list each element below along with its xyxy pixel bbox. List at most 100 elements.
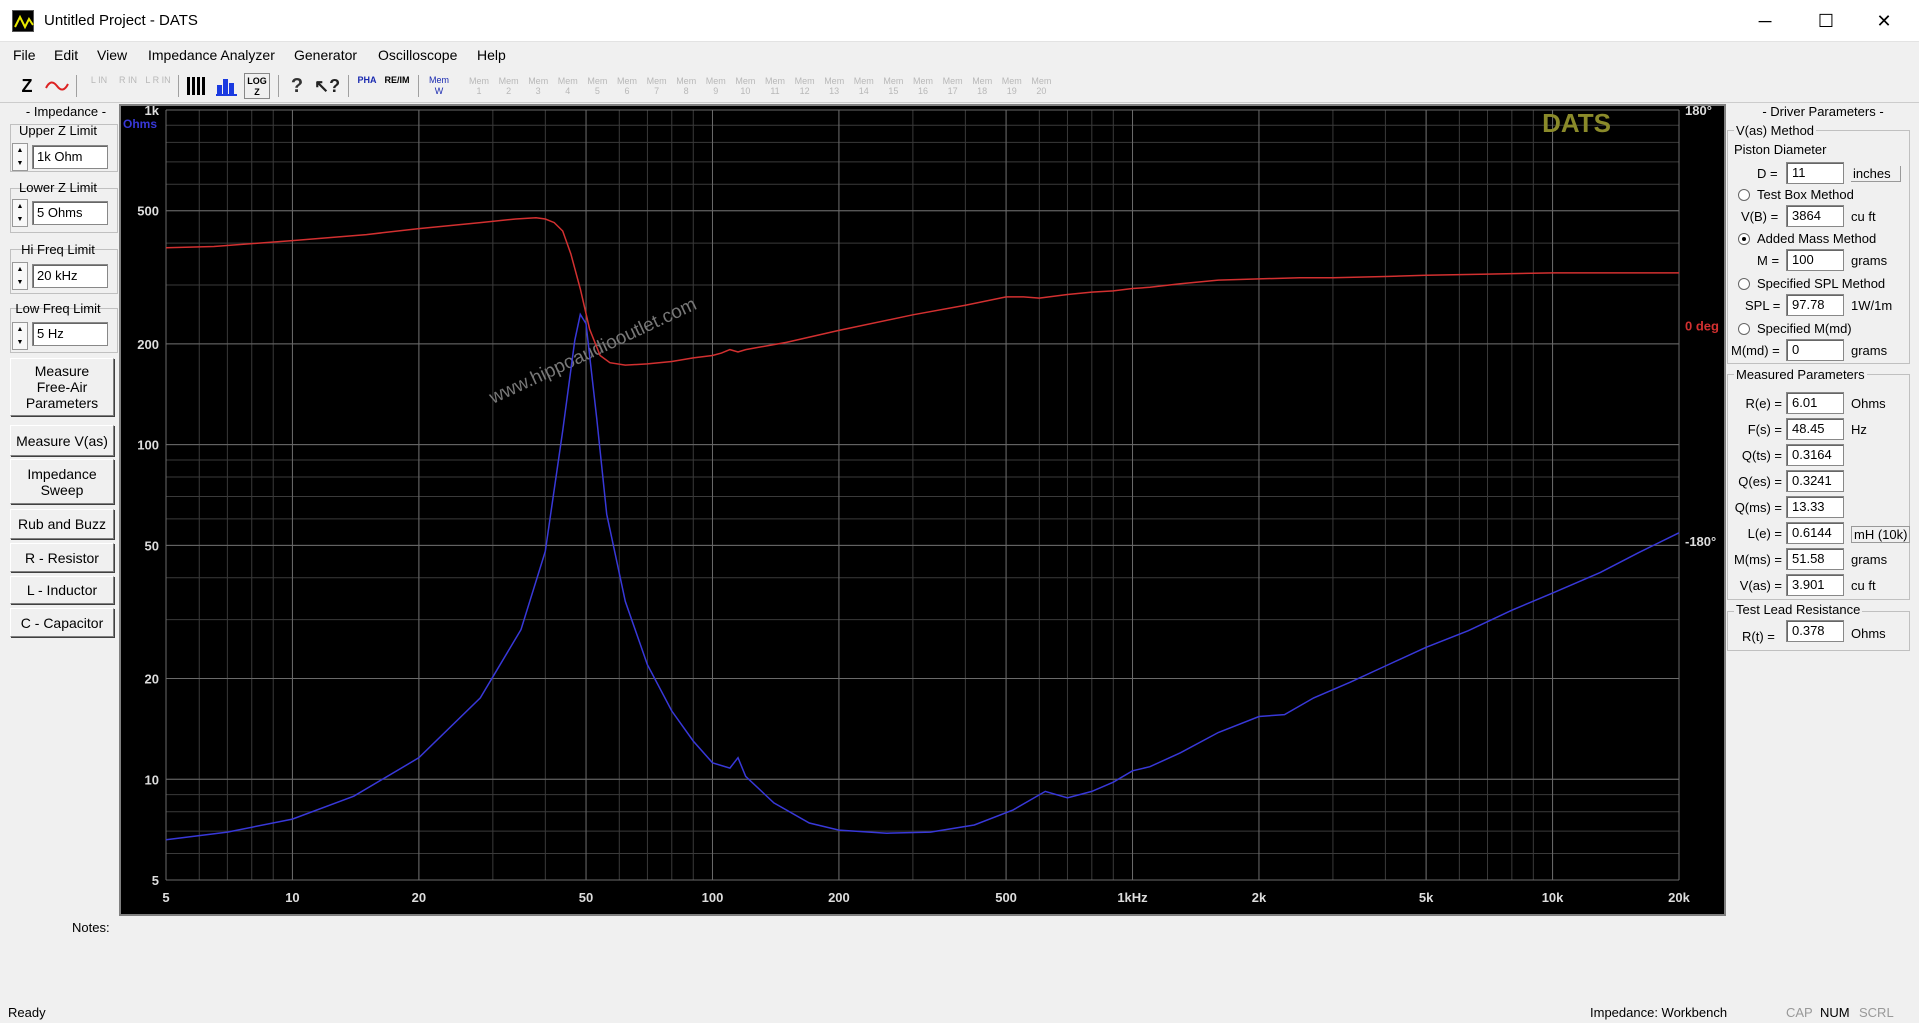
spl-label: SPL =	[1745, 298, 1781, 313]
mem-slot-10: Mem 10	[735, 76, 756, 96]
y-tick-label: 20	[145, 672, 159, 687]
maximize-button[interactable]: ☐	[1797, 0, 1855, 42]
menu-help[interactable]: Help	[477, 47, 506, 63]
upper-z-field[interactable]: 1k Ohm	[32, 145, 108, 169]
mem-slot-15: Mem 15	[883, 76, 904, 96]
menu-file[interactable]: File	[13, 47, 36, 63]
rt-field[interactable]: 0.378	[1786, 620, 1844, 642]
measured-value: 6.01	[1786, 392, 1844, 414]
close-button[interactable]: ✕	[1855, 0, 1913, 42]
d-unit: inches	[1851, 166, 1901, 182]
piano-keys-icon[interactable]	[184, 73, 210, 99]
test-box-radio[interactable]	[1738, 189, 1750, 201]
impedance-chart: 5 10 20 50 100 200 500 1kHz 2k 5k 10k 20k1k50020010…	[123, 103, 1719, 905]
lower-z-field[interactable]: 5 Ohms	[32, 201, 108, 225]
vas-method-label: V(as) Method	[1734, 123, 1817, 138]
added-mass-radio[interactable]	[1738, 233, 1750, 245]
measure-vas-button[interactable]: Measure V(as)	[10, 425, 114, 456]
mem-slot-5: Mem 5	[587, 76, 608, 96]
toolbar: Z L IN R IN L R IN LOG Z ? ↖? PHA RE/IM …	[0, 69, 1919, 103]
spl-method-radio[interactable]	[1738, 278, 1750, 290]
measured-label: Q(ms) =	[1734, 500, 1782, 515]
y-tick-label: 5	[152, 873, 159, 888]
menu-impedance-analyzer[interactable]: Impedance Analyzer	[148, 47, 275, 63]
mem-slot-1: Mem 1	[469, 76, 489, 96]
x-tick-label: 5	[162, 890, 169, 905]
notes-area[interactable]	[118, 918, 1718, 998]
impedance-plot[interactable]: 5 10 20 50 100 200 500 1kHz 2k 5k 10k 20k 1k 500 200 10…	[119, 103, 1726, 916]
mem-slot-14: Mem 14	[853, 76, 874, 96]
measured-label: V(as) =	[1739, 578, 1782, 593]
mem-slot-20: Mem 20	[1031, 76, 1052, 96]
added-mass-label: Added Mass Method	[1757, 231, 1877, 246]
mem-slot-3: Mem 3	[528, 76, 549, 96]
lower-z-spinner[interactable]: ▲ ▼	[12, 199, 28, 227]
mem-slot-2: Mem 2	[498, 76, 519, 96]
phase-wave-icon[interactable]	[44, 73, 70, 99]
low-freq-field[interactable]: 5 Hz	[32, 322, 108, 346]
x-tick-label: 10	[285, 890, 299, 905]
vb-unit: cu ft	[1851, 209, 1876, 224]
low-freq-spinner[interactable]: ▲ ▼	[12, 322, 28, 350]
menu-view[interactable]: View	[97, 47, 127, 63]
phase-icon[interactable]: PHA	[354, 73, 380, 99]
log-z-icon[interactable]: LOG Z	[244, 73, 270, 99]
m-field[interactable]: 100	[1786, 249, 1844, 271]
hi-freq-spinner[interactable]: ▲ ▼	[12, 262, 28, 290]
hi-freq-limit-label: Hi Freq Limit	[21, 242, 95, 257]
whats-this-icon[interactable]: ↖?	[314, 73, 340, 99]
measured-value: 0.3241	[1786, 470, 1844, 492]
spl-field[interactable]: 97.78	[1786, 294, 1844, 316]
status-cap: CAP	[1786, 1005, 1813, 1020]
upper-z-spinner[interactable]: ▲ ▼	[12, 143, 28, 171]
y-tick-label: 10	[145, 772, 159, 787]
x-tick-label: 500	[995, 890, 1017, 905]
impedance-sweep-button[interactable]: Impedance Sweep	[10, 459, 114, 504]
menu-generator[interactable]: Generator	[294, 47, 357, 63]
y-unit-label: Ohms	[123, 117, 157, 131]
mem-slot-11: Mem 11	[765, 76, 785, 96]
m-label: M =	[1757, 253, 1780, 268]
measure-free-air-button[interactable]: Measure Free-Air Parameters	[10, 358, 114, 416]
window-title: Untitled Project - DATS	[44, 12, 198, 29]
mem-slot-8: Mem 8	[676, 76, 697, 96]
menu-oscilloscope[interactable]: Oscilloscope	[378, 47, 457, 63]
y-tick-label: 500	[137, 204, 159, 219]
x-tick-label: 1kHz	[1117, 890, 1148, 905]
measured-unit: grams	[1851, 552, 1888, 567]
bar-chart-icon[interactable]	[214, 73, 240, 99]
measured-value: 0.3164	[1786, 444, 1844, 466]
menu-edit[interactable]: Edit	[54, 47, 78, 63]
d-label: D =	[1757, 166, 1778, 181]
phase-tick-label: 0 deg	[1685, 319, 1719, 334]
mem-w-icon[interactable]: Mem W	[426, 73, 452, 99]
status-bar: Ready Impedance: Workbench CAP NUM SCRL	[0, 1003, 1919, 1023]
mmd-field[interactable]: 0	[1786, 339, 1844, 361]
watermark: www.hippoaudiooutlet.com	[485, 294, 700, 409]
mem-slot-19: Mem 19	[1001, 76, 1022, 96]
mem-slot-12: Mem 12	[794, 76, 815, 96]
rub-and-buzz-button[interactable]: Rub and Buzz	[10, 509, 114, 539]
l-inductor-button[interactable]: L - Inductor	[10, 576, 114, 604]
measured-value: 3.901	[1786, 574, 1844, 596]
mem-slot-17: Mem 17	[942, 76, 963, 96]
measured-unit: mH (10k)	[1851, 526, 1911, 543]
notes-label: Notes:	[72, 920, 110, 935]
help-icon[interactable]: ?	[284, 73, 310, 99]
c-capacitor-button[interactable]: C - Capacitor	[10, 608, 114, 637]
y-tick-label: 200	[137, 337, 159, 352]
re-im-icon[interactable]: RE/IM	[384, 73, 410, 99]
measured-label: Q(ts) =	[1741, 448, 1782, 463]
menu-bar: File Edit View Impedance Analyzer Genera…	[0, 42, 1919, 69]
phase-curve	[165, 217, 1679, 366]
mmd-method-radio[interactable]	[1738, 323, 1750, 335]
rt-label: R(t) =	[1742, 629, 1775, 644]
test-lead-label: Test Lead Resistance	[1734, 602, 1863, 617]
r-resistor-button[interactable]: R - Resistor	[10, 543, 114, 572]
mmd-label: M(md) =	[1731, 343, 1780, 358]
minimize-button[interactable]: ─	[1736, 0, 1794, 42]
d-field[interactable]: 11	[1786, 162, 1844, 184]
hi-freq-field[interactable]: 20 kHz	[32, 264, 108, 288]
vb-field[interactable]: 3864	[1786, 205, 1844, 227]
impedance-z-icon[interactable]: Z	[14, 73, 40, 99]
